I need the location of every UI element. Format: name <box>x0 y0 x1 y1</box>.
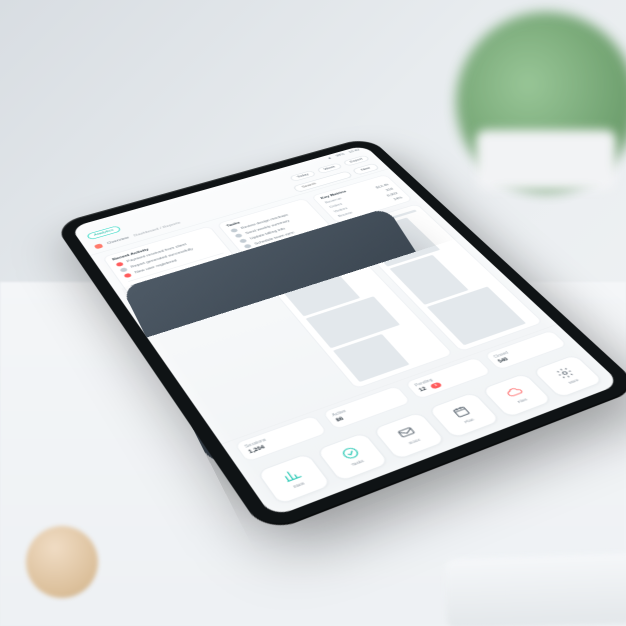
checkbox-icon[interactable] <box>234 234 243 239</box>
dock-chart[interactable]: Stats <box>256 453 332 505</box>
checkbox-icon[interactable] <box>229 228 238 233</box>
keyboard-decor <box>445 553 626 626</box>
dock-mail[interactable]: Inbox <box>372 412 446 461</box>
status-dot-icon <box>123 273 132 279</box>
pending-badge: 3 <box>429 382 443 390</box>
status-dot-icon <box>119 268 128 273</box>
checkbox-icon[interactable] <box>238 239 247 244</box>
desk-object <box>26 526 98 598</box>
section-indicator-icon <box>93 244 103 250</box>
plant-pot <box>476 130 616 190</box>
wifi-icon: ▲ <box>326 157 333 161</box>
status-dot-icon <box>115 262 124 267</box>
dock-check[interactable]: Tasks <box>315 432 390 482</box>
